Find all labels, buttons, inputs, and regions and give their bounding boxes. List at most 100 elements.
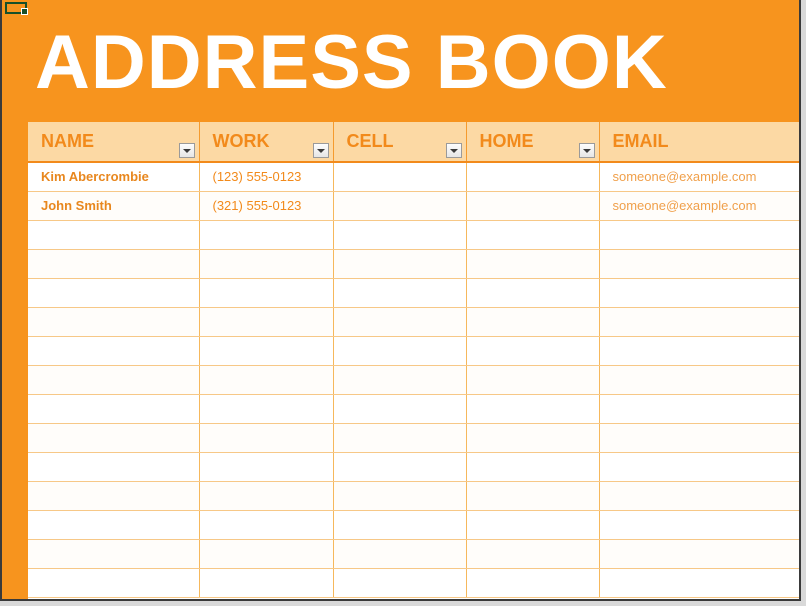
cell-email[interactable]: someone@example.com [599, 162, 799, 192]
cell-work[interactable]: (123) 555-0123 [199, 162, 334, 192]
cell-work[interactable] [199, 336, 334, 366]
cell-email[interactable] [599, 510, 799, 540]
cell-name[interactable] [28, 336, 200, 366]
cell-home[interactable] [466, 510, 600, 540]
column-header-cell[interactable]: CELL [333, 122, 467, 163]
active-cell-marker[interactable] [5, 2, 28, 15]
cell-cell[interactable] [333, 481, 467, 511]
chevron-down-icon[interactable] [178, 143, 195, 158]
cell-name[interactable] [28, 394, 200, 424]
cell-home[interactable] [466, 365, 600, 395]
cell-name[interactable] [28, 452, 200, 482]
cell-name[interactable] [28, 423, 200, 453]
table-row[interactable] [28, 510, 799, 540]
cell-cell[interactable] [333, 365, 467, 395]
cell-cell[interactable] [333, 220, 467, 250]
cell-email[interactable]: someone@example.com [599, 191, 799, 221]
cell-email[interactable] [599, 249, 799, 279]
cell-name[interactable]: John Smith [28, 191, 200, 221]
cell-name[interactable] [28, 510, 200, 540]
cell-email[interactable] [599, 539, 799, 569]
cell-name[interactable] [28, 220, 200, 250]
cell-cell[interactable] [333, 510, 467, 540]
cell-home[interactable] [466, 307, 600, 337]
cell-home[interactable] [466, 452, 600, 482]
cell-work[interactable] [199, 452, 334, 482]
cell-email[interactable] [599, 307, 799, 337]
table-row[interactable]: John Smith (321) 555-0123 someone@example.… [28, 191, 799, 221]
cell-home[interactable] [466, 394, 600, 424]
cell-email[interactable] [599, 481, 799, 511]
cell-name[interactable] [28, 278, 200, 308]
cell-work[interactable] [199, 278, 334, 308]
cell-name[interactable] [28, 481, 200, 511]
cell-name[interactable] [28, 249, 200, 279]
cell-home[interactable] [466, 423, 600, 453]
cell-email[interactable] [599, 220, 799, 250]
table-row[interactable] [28, 539, 799, 569]
cell-work[interactable] [199, 307, 334, 337]
cell-home[interactable] [466, 539, 600, 569]
cell-home[interactable] [466, 568, 600, 598]
table-row[interactable] [28, 249, 799, 279]
cell-cell[interactable] [333, 162, 467, 192]
table-row[interactable] [28, 568, 799, 598]
chevron-down-icon[interactable] [578, 143, 595, 158]
table-row[interactable] [28, 394, 799, 424]
cell-email[interactable] [599, 278, 799, 308]
cell-cell[interactable] [333, 191, 467, 221]
table-row[interactable] [28, 307, 799, 337]
cell-work[interactable]: (321) 555-0123 [199, 191, 334, 221]
cell-work[interactable] [199, 423, 334, 453]
cell-home[interactable] [466, 249, 600, 279]
table-row[interactable] [28, 481, 799, 511]
cell-cell[interactable] [333, 249, 467, 279]
cell-name[interactable] [28, 568, 200, 598]
cell-name[interactable] [28, 307, 200, 337]
cell-home[interactable] [466, 481, 600, 511]
cell-email[interactable] [599, 394, 799, 424]
cell-email[interactable] [599, 365, 799, 395]
column-header-work[interactable]: WORK [199, 122, 334, 163]
table-row[interactable] [28, 452, 799, 482]
cell-work[interactable] [199, 510, 334, 540]
table-row[interactable] [28, 278, 799, 308]
cell-home[interactable] [466, 278, 600, 308]
cell-home[interactable] [466, 191, 600, 221]
cell-email[interactable] [599, 423, 799, 453]
table-row[interactable] [28, 336, 799, 366]
cell-work[interactable] [199, 249, 334, 279]
cell-home[interactable] [466, 220, 600, 250]
cell-cell[interactable] [333, 423, 467, 453]
table-row[interactable] [28, 220, 799, 250]
chevron-down-icon[interactable] [312, 143, 329, 158]
cell-work[interactable] [199, 568, 334, 598]
table-row[interactable]: Kim Abercrombie (123) 555-0123 someone@exa… [28, 162, 799, 192]
cell-name[interactable] [28, 539, 200, 569]
chevron-down-icon[interactable] [445, 143, 462, 158]
cell-email[interactable] [599, 452, 799, 482]
table-row[interactable] [28, 423, 799, 453]
cell-cell[interactable] [333, 307, 467, 337]
cell-work[interactable] [199, 220, 334, 250]
cell-cell[interactable] [333, 278, 467, 308]
column-header-home[interactable]: HOME [466, 122, 600, 163]
cell-work[interactable] [199, 365, 334, 395]
cell-home[interactable] [466, 162, 600, 192]
cell-cell[interactable] [333, 394, 467, 424]
cell-work[interactable] [199, 539, 334, 569]
cell-cell[interactable] [333, 336, 467, 366]
cell-home[interactable] [466, 336, 600, 366]
cell-email[interactable] [599, 336, 799, 366]
cell-cell[interactable] [333, 452, 467, 482]
column-header-email[interactable]: EMAIL [599, 122, 799, 163]
fill-handle[interactable] [21, 8, 28, 15]
cell-name[interactable]: Kim Abercrombie [28, 162, 200, 192]
cell-work[interactable] [199, 481, 334, 511]
cell-work[interactable] [199, 394, 334, 424]
cell-cell[interactable] [333, 568, 467, 598]
table-row[interactable] [28, 365, 799, 395]
cell-name[interactable] [28, 365, 200, 395]
cell-cell[interactable] [333, 539, 467, 569]
column-header-name[interactable]: NAME [28, 122, 200, 163]
